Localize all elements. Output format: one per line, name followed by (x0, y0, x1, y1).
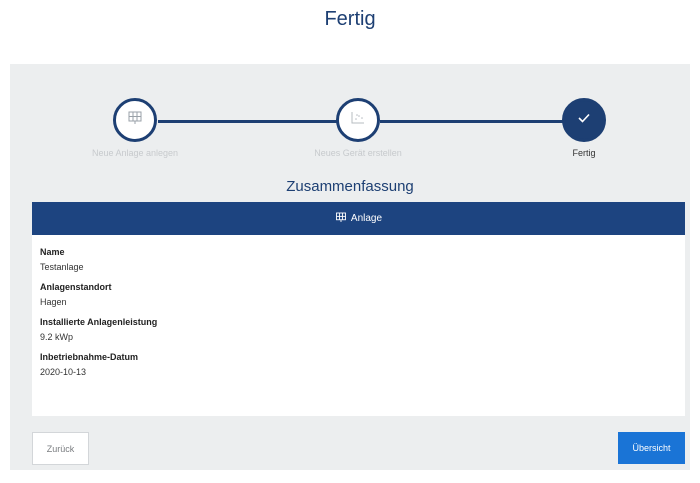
step-circle (336, 98, 380, 142)
solar-panel-icon (127, 111, 143, 130)
field-label: Name (40, 247, 65, 257)
step-label: Neue Anlage anlegen (91, 148, 179, 158)
chart-icon (350, 111, 366, 130)
field-label: Inbetriebnahme-Datum (40, 352, 139, 362)
step-circle (562, 98, 606, 142)
field-location: Anlagenstandort Hagen (40, 282, 677, 307)
field-capacity: Installierte Anlagenleistung 9.2 kWp (40, 317, 677, 342)
summary-card: Name Testanlage Anlagenstandort Hagen In… (32, 235, 685, 416)
field-label: Installierte Anlagenleistung (40, 317, 158, 327)
wizard-panel: Neue Anlage anlegen Neues Gerät erstelle… (10, 64, 690, 470)
page-title: Fertig (324, 8, 376, 30)
solar-panel-icon (335, 212, 347, 226)
step-label: Neues Gerät erstellen (314, 148, 402, 158)
field-commissioning-date: Inbetriebnahme-Datum 2020-10-13 (40, 352, 677, 377)
field-value: 2020-10-13 (40, 367, 87, 377)
step-new-device: Neues Gerät erstellen (278, 98, 438, 158)
card-header: Anlage (32, 202, 685, 235)
field-name: Name Testanlage (40, 247, 677, 272)
field-label: Anlagenstandort (40, 282, 112, 292)
step-circle (113, 98, 157, 142)
step-new-plant: Neue Anlage anlegen (55, 98, 215, 158)
summary-title: Zusammenfassung (286, 178, 414, 195)
field-value: Hagen (40, 297, 67, 307)
step-label: Fertig (572, 148, 596, 158)
field-value: 9.2 kWp (40, 332, 74, 342)
card-title: Anlage (350, 213, 383, 224)
step-done: Fertig (504, 98, 664, 158)
overview-button[interactable]: Übersicht (618, 432, 685, 464)
checkmark-icon (577, 111, 591, 129)
field-value: Testanlage (40, 262, 84, 272)
back-button[interactable]: Zurück (32, 432, 89, 465)
